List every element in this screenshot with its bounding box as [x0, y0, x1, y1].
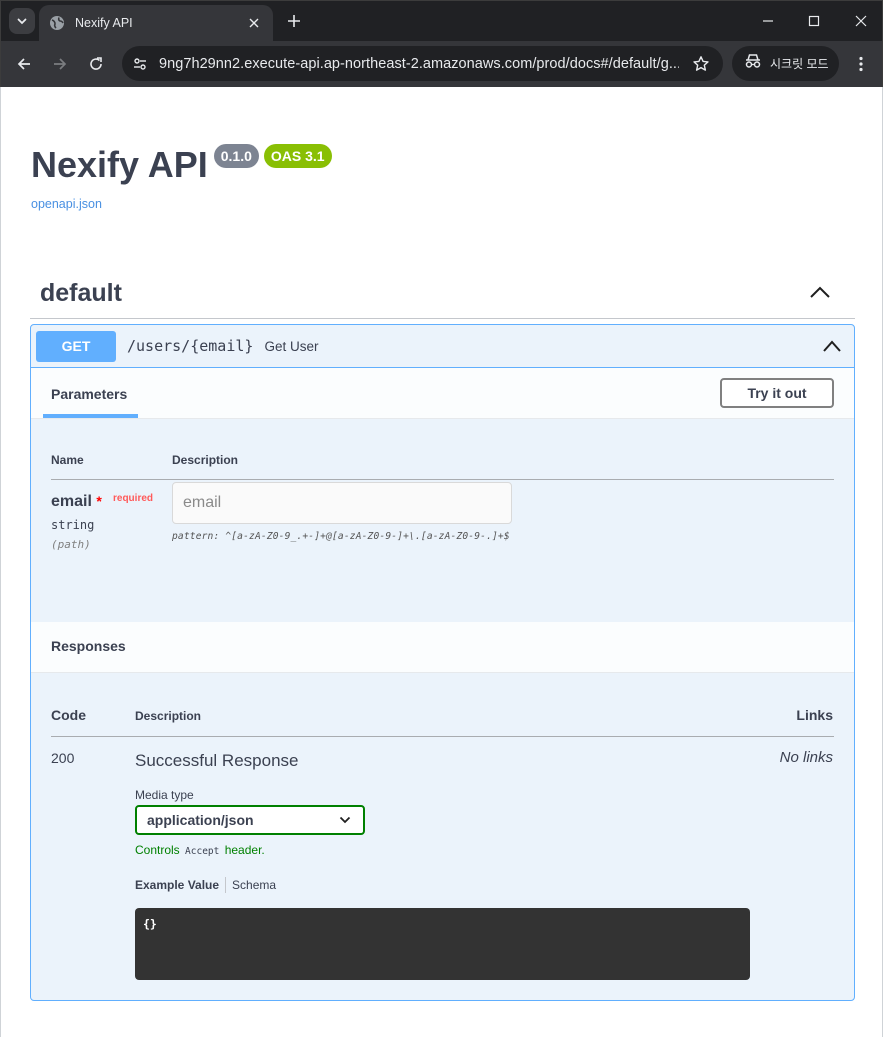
globe-icon	[49, 15, 65, 31]
plus-icon[interactable]	[283, 10, 305, 32]
tab-title: Nexify API	[75, 16, 133, 30]
address-bar[interactable]: 9ng7h29nn2.execute-api.ap-northeast-2.am…	[122, 46, 723, 81]
media-type-label: Media type	[135, 788, 194, 802]
operation-path: /users/{email}	[127, 337, 254, 355]
back-icon[interactable]	[12, 52, 36, 76]
tab-parameters[interactable]: Parameters	[43, 368, 135, 419]
controls-prefix: Controls	[135, 843, 180, 857]
responses-title: Responses	[51, 638, 126, 654]
tab-schema[interactable]: Schema	[232, 878, 276, 892]
method-badge: GET	[36, 330, 116, 362]
tab-example-value[interactable]: Example Value	[135, 878, 219, 892]
oas-badge: OAS 3.1	[263, 144, 332, 168]
tab-divider	[225, 877, 227, 893]
param-type: string	[51, 518, 95, 532]
incognito-icon	[744, 53, 762, 74]
url-text: 9ng7h29nn2.execute-api.ap-northeast-2.am…	[159, 55, 679, 72]
window-close-icon[interactable]	[849, 9, 873, 33]
param-name-text: email	[51, 493, 92, 510]
divider	[51, 479, 834, 480]
required-star: *	[96, 493, 102, 509]
parameters-header: Parameters Try it out	[31, 368, 854, 419]
required-label: required	[113, 493, 154, 504]
column-header-name: Name	[51, 453, 84, 467]
chevron-up-icon[interactable]	[822, 339, 842, 353]
column-header-links: Links	[796, 707, 833, 723]
reload-icon[interactable]	[84, 52, 108, 76]
close-icon[interactable]	[245, 14, 263, 32]
param-name: email *	[51, 493, 102, 511]
tab-nexify-api[interactable]: Nexify API	[39, 5, 273, 41]
response-description: Successful Response	[135, 751, 299, 770]
column-header-code: Code	[51, 707, 86, 723]
divider	[51, 736, 834, 737]
example-tabs: Example Value Schema	[135, 877, 276, 893]
response-code: 200	[51, 750, 75, 766]
api-title-row: Nexify API 0.1.0 OAS 3.1	[31, 142, 332, 188]
responses-header: Responses	[31, 622, 854, 673]
param-pattern: pattern: ^[a-zA-Z0-9_.+-]+@[a-zA-Z0-9-]+…	[172, 531, 510, 542]
param-location: (path)	[51, 538, 91, 551]
controls-suffix: header.	[224, 843, 265, 857]
column-header-description: Description	[135, 709, 202, 723]
star-icon[interactable]	[691, 54, 711, 74]
minimize-icon[interactable]	[756, 9, 780, 33]
column-header-description: Description	[172, 453, 239, 467]
media-type-value: application/json	[147, 812, 254, 828]
incognito-label: 시크릿 모드	[770, 57, 829, 71]
chevron-down-icon	[339, 816, 351, 824]
operation-get-user: GET /users/{email} Get User Parameters T…	[30, 324, 855, 1001]
controls-accept-note: Controls Accept header.	[135, 843, 265, 857]
email-field[interactable]	[172, 482, 512, 524]
tab-underline	[43, 414, 138, 418]
openapi-json-link[interactable]: openapi.json	[31, 197, 102, 211]
site-settings-icon[interactable]	[127, 51, 153, 77]
incognito-indicator[interactable]: 시크릿 모드	[732, 46, 839, 81]
forward-icon[interactable]	[48, 52, 72, 76]
section-title: default	[40, 279, 122, 307]
toolbar: 9ng7h29nn2.execute-api.ap-northeast-2.am…	[1, 41, 882, 88]
example-value-text: {}	[143, 917, 157, 931]
chevron-up-icon[interactable]	[809, 284, 831, 300]
tab-strip: Nexify API	[1, 1, 882, 41]
version-badge: 0.1.0	[213, 144, 259, 168]
api-title: Nexify API	[31, 144, 208, 185]
more-icon[interactable]	[849, 52, 873, 76]
tab-search-icon[interactable]	[9, 8, 35, 34]
example-value-code: {}	[135, 908, 750, 980]
maximize-icon[interactable]	[802, 9, 826, 33]
operation-description: Get User	[264, 338, 319, 354]
media-type-select[interactable]: application/json	[135, 805, 365, 835]
try-it-out-button[interactable]: Try it out	[720, 378, 834, 408]
response-links: No links	[779, 749, 833, 766]
section-default-header[interactable]: default	[30, 267, 855, 319]
accept-code: Accept	[185, 846, 220, 857]
browser-chrome: Nexify API 9ng7h29nn2.execute-api.ap-nor…	[0, 0, 883, 88]
swagger-page: Nexify API 0.1.0 OAS 3.1 openapi.json de…	[0, 87, 883, 1037]
operation-summary[interactable]: GET /users/{email} Get User	[31, 325, 854, 368]
